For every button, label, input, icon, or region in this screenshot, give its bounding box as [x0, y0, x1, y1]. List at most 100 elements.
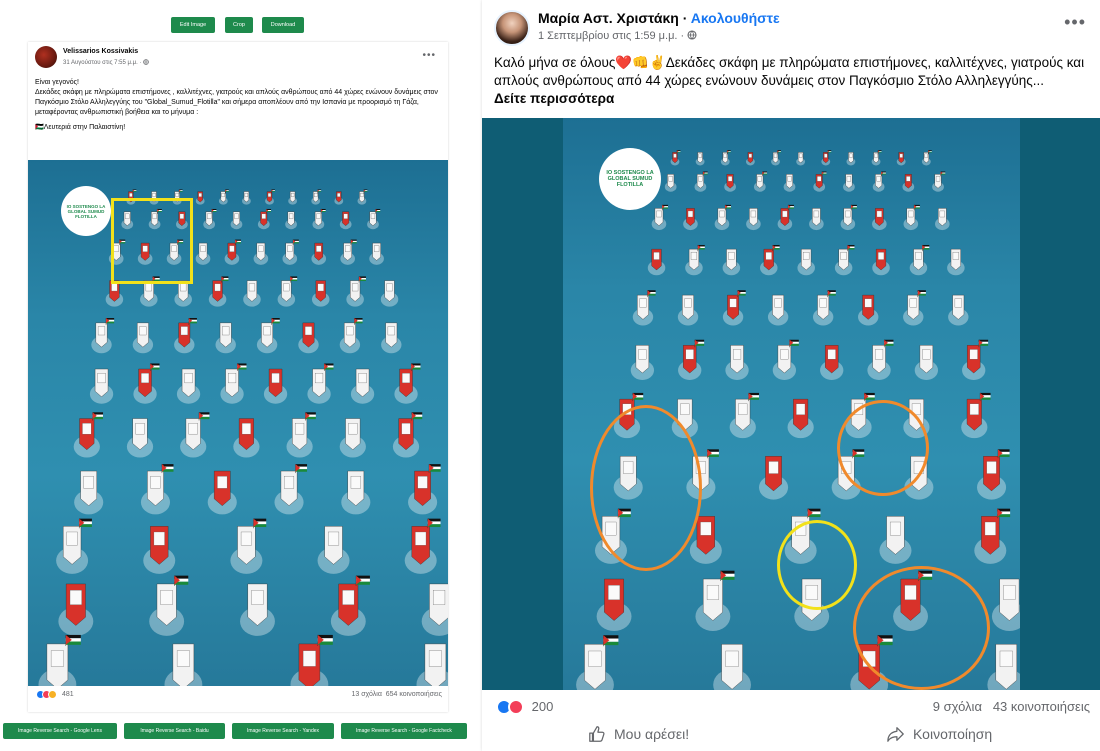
boat-cabin — [719, 210, 725, 218]
boat-cabin — [877, 252, 885, 260]
post-image[interactable]: IO SOSTENGO LA GLOBAL SUMUD FLOTILLA — [563, 118, 1020, 690]
edit-image-button[interactable]: Edit Image — [171, 17, 215, 33]
post-date-text[interactable]: 31 Αυγούστου στις 7:55 μ.μ. · — [63, 60, 143, 66]
boat-cabin — [727, 176, 733, 182]
boat-cabin — [787, 176, 792, 182]
boat-cabin — [82, 423, 92, 435]
share-button[interactable]: Κοινοποίηση — [887, 725, 992, 743]
boat-cabin — [176, 650, 190, 667]
more-icon[interactable]: ••• — [422, 50, 436, 61]
boat-cabin — [638, 349, 647, 360]
boat-cabin — [673, 153, 677, 158]
highlight-circle-orange — [853, 566, 990, 690]
boat-cabin — [768, 461, 779, 474]
boat-cabin — [864, 298, 872, 308]
boat-cabin — [840, 252, 847, 260]
baidu-search-button[interactable]: Image Reverse Search - Baidu — [124, 723, 225, 739]
boat-cabin — [214, 283, 221, 292]
boat-cabin — [780, 349, 789, 360]
boat-cabin — [139, 326, 147, 336]
boat-cabin — [358, 373, 367, 384]
more-icon[interactable]: ••• — [1064, 12, 1086, 33]
boat-cabin — [738, 403, 748, 415]
avatar[interactable] — [35, 46, 57, 68]
comment-share-counts[interactable]: 9 σχόλια 43 κοινοποιήσεις — [933, 699, 1090, 714]
boat-cabin — [261, 213, 266, 219]
flotilla-logo-text: IO SOSTENGO LA GLOBAL SUMUD FLOTILLA — [66, 203, 106, 219]
boat-cabin — [757, 176, 762, 182]
boat-cabin — [217, 476, 228, 489]
post-text: Είναι γεγονός! Δεκάδες σκάφη με πληρώματ… — [35, 78, 443, 133]
boat-cabin — [922, 349, 931, 360]
post-date-text[interactable]: 1 Σεπτεμβρίου στις 1:59 μ.μ. · — [538, 30, 687, 42]
boat-cabin — [180, 283, 187, 292]
boat-cabin — [317, 283, 324, 292]
post-date[interactable]: 31 Αυγούστου στις 7:55 μ.μ. · — [63, 59, 149, 66]
boat-cabin — [295, 423, 305, 435]
boat-cabin — [906, 176, 911, 182]
boat-cabin — [352, 283, 359, 292]
share-count[interactable]: 654 κοινοποιήσεις — [386, 691, 442, 698]
separator: · — [678, 10, 691, 26]
reaction-count: 481 — [61, 691, 74, 698]
boat-cabin — [267, 192, 272, 197]
boat-cabin — [750, 210, 757, 218]
boat-cabin — [229, 245, 235, 252]
boat-cabin — [723, 153, 727, 158]
comment-count[interactable]: 13 σχόλια — [351, 691, 381, 698]
boat-cabin — [969, 349, 978, 360]
boat-cabin — [729, 298, 737, 308]
boat-cabin — [251, 590, 264, 605]
boat-cabin — [150, 476, 161, 489]
post-date[interactable]: 1 Σεπτεμβρίου στις 1:59 μ.μ. · — [538, 30, 697, 42]
post-author[interactable]: Μαρία Αστ. Χριστάκη — [538, 10, 679, 26]
boat-cabin — [222, 326, 230, 336]
boat-cabin — [1003, 585, 1016, 600]
yandex-search-button[interactable]: Image Reverse Search - Yandex — [232, 723, 334, 739]
boat-cabin — [698, 153, 702, 158]
boat-cabin — [284, 476, 295, 489]
google-factcheck-search-button[interactable]: Image Reverse Search - Google Factcheck — [341, 723, 467, 739]
reactions[interactable]: 481 — [36, 690, 74, 699]
like-button[interactable]: Μου αρέσει! — [588, 725, 689, 743]
boat-cabin — [889, 521, 901, 536]
google-lens-search-button[interactable]: Image Reverse Search - Google Lens — [3, 723, 117, 739]
boat-cabin — [328, 531, 340, 546]
boat-cabin — [924, 153, 928, 158]
boat-cabin — [248, 283, 256, 292]
highlight-box — [111, 198, 193, 284]
post-header: Μαρία Αστ. Χριστάκη · Ακολουθήστε — [538, 10, 780, 26]
post-stats: 200 9 σχόλια 43 κοινοποιήσεις — [482, 696, 1100, 718]
post-image-frame[interactable]: IO SOSTENGO LA GLOBAL SUMUD FLOTILLA — [482, 118, 1100, 690]
highlight-circle-orange — [837, 400, 929, 496]
reactions[interactable]: 200 — [496, 698, 553, 715]
boat-cabin — [899, 153, 903, 158]
boat-cabin — [221, 192, 225, 197]
post-text-line: 🇵🇸Λευτεριά στην Παλαιστίνη! — [35, 124, 126, 131]
boat-cabin — [360, 192, 364, 197]
download-button[interactable]: Download — [262, 17, 304, 33]
flotilla-logo: IO SOSTENGO LA GLOBAL SUMUD FLOTILLA — [599, 148, 661, 210]
avatar[interactable] — [494, 10, 530, 46]
boat-cabin — [342, 590, 355, 605]
boat-cabin — [337, 192, 341, 197]
boat-cabin — [304, 326, 313, 336]
comment-count[interactable]: 9 σχόλια — [933, 699, 982, 714]
post-image[interactable]: IO SOSTENGO LA GLOBAL SUMUD FLOTILLA — [28, 160, 448, 686]
boat-cabin — [588, 650, 602, 667]
post-text-line: Είναι γεγονός! — [35, 79, 79, 86]
comment-share-counts[interactable]: 13 σχόλια 654 κοινοποιήσεις — [351, 691, 442, 698]
post-author[interactable]: Velissarios Kossivakis — [63, 48, 138, 55]
boat-cabin — [773, 153, 778, 158]
boat-cabin — [111, 283, 118, 292]
boat-cabin — [345, 245, 351, 252]
follow-button[interactable]: Ακολουθήστε — [691, 10, 780, 26]
boat-cabin — [160, 590, 173, 605]
thumbs-up-icon — [589, 726, 605, 742]
see-more-link[interactable]: Δείτε περισσότερα — [494, 91, 614, 106]
share-count[interactable]: 43 κοινοποιήσεις — [993, 699, 1090, 714]
crop-button[interactable]: Crop — [225, 17, 253, 33]
boat-cabin — [668, 176, 673, 182]
post-text: Καλό μήνα σε όλους❤️👊✌️Δεκάδες σκάφη με … — [494, 54, 1094, 108]
boat-cabin — [207, 213, 212, 219]
